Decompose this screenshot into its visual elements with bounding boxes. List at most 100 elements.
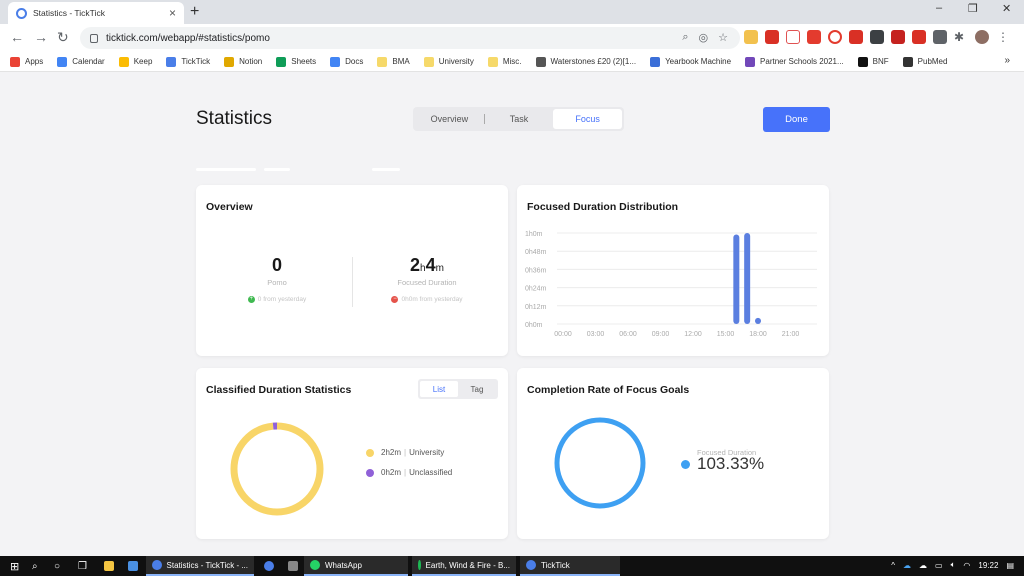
x-tick-label: 15:00 [717,331,735,338]
extension-icon[interactable] [765,30,779,44]
bookmark-item[interactable]: Apps [10,56,44,67]
taskbar-spotify-window[interactable]: Earth, Wind & Fire - B... [412,556,516,576]
bookmark-item[interactable]: Waterstones £20 (2)[1... [535,56,636,67]
taskbar-label: Statistics - TickTick - ... [166,560,248,570]
bookmark-star-icon[interactable]: ☆ [718,31,728,44]
bookmark-item[interactable]: Docs [330,56,363,67]
puzzle-icon[interactable]: ✱ [954,30,968,44]
extension-icon[interactable] [807,30,821,44]
onedrive-icon[interactable]: ☁ [903,561,911,570]
bookmark-item[interactable]: Misc. [487,56,522,67]
extension-icon[interactable] [744,30,758,44]
bookmark-item[interactable]: BNF [857,56,889,67]
ticktick-pin-icon[interactable] [258,556,285,576]
taskbar-label: WhatsApp [325,560,362,570]
distribution-bar[interactable] [744,233,751,324]
bookmark-item[interactable]: University [423,56,474,67]
bookmark-label: Apps [25,57,44,66]
close-tab-icon[interactable]: × [169,6,176,20]
close-window-button[interactable]: ✕ [1002,2,1011,15]
tab-focus[interactable]: Focus [553,109,623,129]
taskbar-ticktick-window[interactable]: TickTick [520,556,620,576]
bookmark-item[interactable]: BMA [377,56,410,67]
x-tick-label: 12:00 [684,331,702,338]
bookmark-item[interactable]: Yearbook Machine [650,56,731,67]
clock[interactable]: 19:22 [978,561,998,570]
taskbar-whatsapp-window[interactable]: WhatsApp [304,556,408,576]
ticktick-icon [526,560,536,570]
done-button[interactable]: Done [763,107,830,132]
eye-off-icon[interactable]: ◎ [699,31,709,44]
minutes-unit: m [435,263,444,274]
bookmark-item[interactable]: Partner Schools 2021... [745,56,844,67]
pocket-icon[interactable] [786,30,800,44]
duration-minutes: 4 [425,255,436,275]
pomo-label: Pomo [267,278,287,287]
extension-icon[interactable] [891,30,905,44]
battery-icon[interactable]: ▭ [935,561,943,570]
tab-task[interactable]: Task [485,109,554,129]
back-icon[interactable]: ← [10,29,24,45]
bookmark-item[interactable]: Keep [118,56,152,67]
extension-icon[interactable] [870,30,884,44]
extension-icon[interactable] [912,30,926,44]
bookmark-item[interactable]: Calendar [57,56,105,67]
cortana-icon[interactable]: ○ [48,556,66,576]
address-bar[interactable]: ticktick.com/webapp/#statistics/pomo ⌕ ◎… [80,27,740,49]
bookmark-item[interactable]: Sheets [276,56,316,67]
extension-icon[interactable] [828,30,842,44]
file-explorer-icon[interactable] [98,556,125,576]
zoom-icon[interactable]: ⌕ [682,31,688,44]
pomo-value: 0 [271,255,282,275]
menu-icon[interactable]: ⋮ [996,30,1010,44]
bookmarks-more-icon[interactable]: » [1004,55,1010,66]
y-tick-label: 0h0m [525,322,543,329]
completion-value: 103.33% [697,454,765,473]
chevron-up-icon[interactable]: ^ [891,561,895,570]
classified-legend: 2h2m | University 0h2m | Unclassified [366,448,452,488]
bookmark-icon [276,56,287,67]
notifications-icon[interactable]: ▤ [1006,561,1014,570]
search-icon[interactable]: ⌕ [26,556,44,576]
taskbar-chrome-window[interactable]: Statistics - TickTick - ... [146,556,254,576]
bookmark-icon [535,56,546,67]
bookmark-icon [902,56,913,67]
bookmark-item[interactable]: Notion [224,56,262,67]
extension-icon[interactable] [933,30,947,44]
stats-tabs: Overview Task Focus [413,107,624,131]
wifi-icon[interactable]: ◠ [963,561,970,570]
donut-slice[interactable] [230,422,324,516]
bookmark-icon [166,56,177,67]
distribution-bar[interactable] [755,317,761,324]
tab-overview[interactable]: Overview [415,109,484,129]
windows-start-icon[interactable]: ⊞ [4,556,25,576]
x-tick-label: 21:00 [782,331,800,338]
windows-taskbar: ⊞ ⌕ ○ ❒ Statistics - TickTick - ... What… [0,556,1024,576]
task-view-icon[interactable]: ❒ [72,556,93,576]
volume-icon[interactable]: 🔈︎ [951,560,956,570]
bookmark-icon [224,56,235,67]
bookmark-item[interactable]: PubMed [902,56,947,67]
whatsapp-icon [310,560,320,570]
new-tab-button[interactable]: + [190,3,199,21]
bookmark-icon [10,56,20,67]
forward-icon[interactable]: → [34,29,48,45]
distribution-bar[interactable] [733,234,740,324]
bookmark-item[interactable]: TickTick [166,56,211,67]
cloud-icon[interactable]: ☁ [919,561,927,570]
avatar[interactable] [975,30,989,44]
tab-statistics[interactable]: Statistics - TickTick × [8,2,184,24]
restore-button[interactable]: ❐ [968,2,978,15]
bookmark-label: TickTick [181,57,211,66]
minimize-button[interactable]: – [936,2,942,14]
legend-item[interactable]: 2h2m | University [366,448,452,457]
legend-item[interactable]: 0h2m | Unclassified [366,468,452,477]
y-tick-label: 0h48m [525,249,547,256]
x-tick-label: 06:00 [619,331,637,338]
reload-icon[interactable]: ↻ [57,29,69,46]
extension-icon[interactable] [849,30,863,44]
bookmark-icon [118,56,129,67]
ticktick-icon [16,7,27,19]
mail-icon[interactable] [122,556,149,576]
spotify-icon [418,560,421,570]
